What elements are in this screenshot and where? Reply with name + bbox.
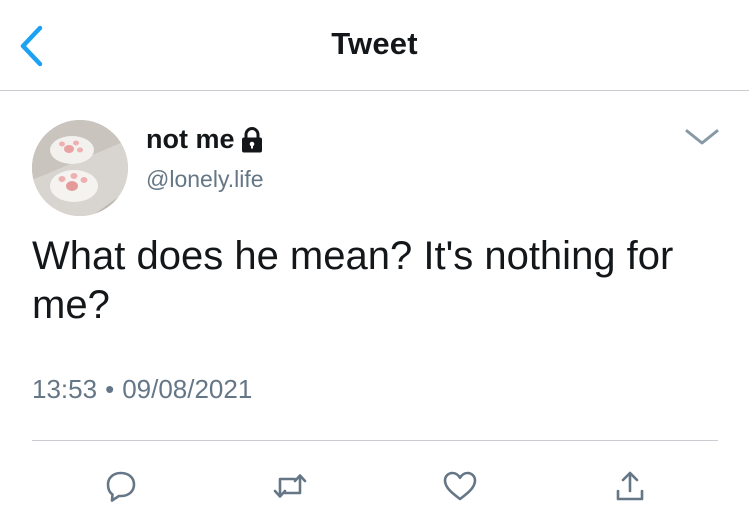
avatar[interactable] (32, 120, 128, 216)
display-name: not me (146, 124, 235, 154)
avatar-photo (32, 120, 128, 216)
author-name-row[interactable]: not me (146, 124, 265, 155)
meta-separator: • (105, 374, 115, 404)
like-button[interactable] (440, 466, 480, 506)
page-title: Tweet (331, 26, 418, 61)
tweet-time: 13:53 (32, 374, 98, 404)
share-button[interactable] (610, 466, 650, 506)
reply-button[interactable] (101, 466, 141, 506)
tweet-timestamp: 13:53 • 09/08/2021 (32, 374, 252, 405)
tweet-text: What does he mean? It's nothing for me? (32, 234, 674, 327)
reply-icon (106, 471, 136, 502)
tweet-options-button[interactable] (680, 122, 724, 152)
divider (32, 440, 718, 441)
share-icon (616, 471, 644, 501)
header-bar: Tweet (0, 0, 749, 91)
chevron-down-icon (685, 129, 719, 145)
like-icon (443, 471, 477, 501)
user-handle[interactable]: @lonely.life (146, 166, 264, 193)
retweet-button[interactable] (270, 466, 310, 506)
retweet-icon (273, 474, 307, 498)
lock-icon (241, 126, 262, 152)
tweet-date: 09/08/2021 (122, 374, 253, 404)
